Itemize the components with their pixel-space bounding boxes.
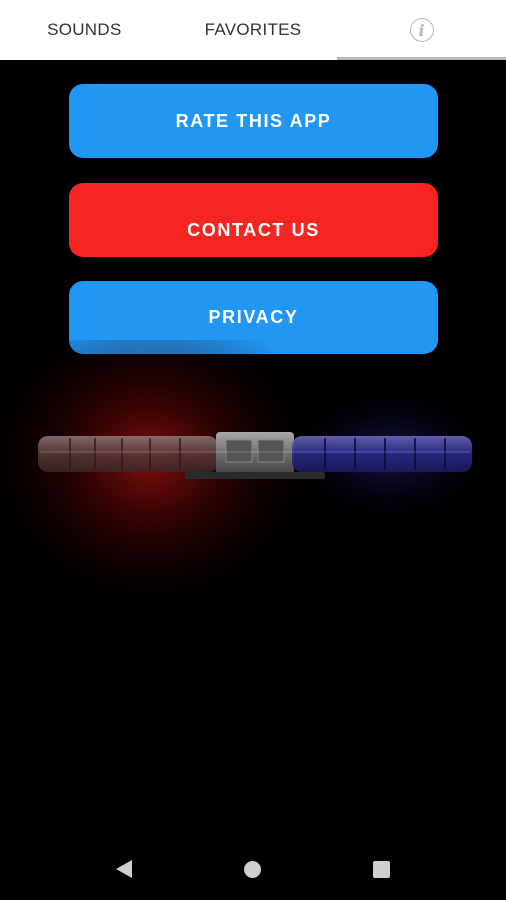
- police-light-bar-image: [0, 300, 506, 670]
- tab-favorites[interactable]: FAVORITES: [169, 0, 338, 60]
- home-button[interactable]: [233, 849, 273, 889]
- tab-sounds-label: SOUNDS: [47, 20, 122, 39]
- recents-button[interactable]: [362, 849, 402, 889]
- rate-this-app-button[interactable]: RATE THIS APP: [69, 84, 438, 158]
- contact-us-label: CONTACT US: [187, 219, 320, 240]
- android-nav-bar: [0, 838, 506, 900]
- tab-bar: SOUNDS FAVORITES i: [0, 0, 506, 60]
- back-icon: [116, 860, 133, 878]
- home-icon: [244, 860, 262, 878]
- app-screen: SOUNDS FAVORITES i RATE THIS APP CONTACT…: [0, 0, 506, 900]
- tab-favorites-label: FAVORITES: [204, 20, 302, 39]
- info-icon-glyph: i: [418, 20, 425, 40]
- tab-sounds[interactable]: SOUNDS: [0, 0, 169, 60]
- rate-this-app-label: RATE THIS APP: [175, 110, 332, 131]
- info-icon: i: [409, 18, 434, 42]
- police-light-bar-graphic: [0, 300, 500, 620]
- tab-info[interactable]: i: [337, 0, 506, 60]
- contact-us-button[interactable]: CONTACT US: [69, 183, 438, 257]
- recents-icon: [373, 860, 391, 878]
- privacy-label: PRIVACY: [208, 307, 299, 327]
- back-button[interactable]: [104, 849, 144, 889]
